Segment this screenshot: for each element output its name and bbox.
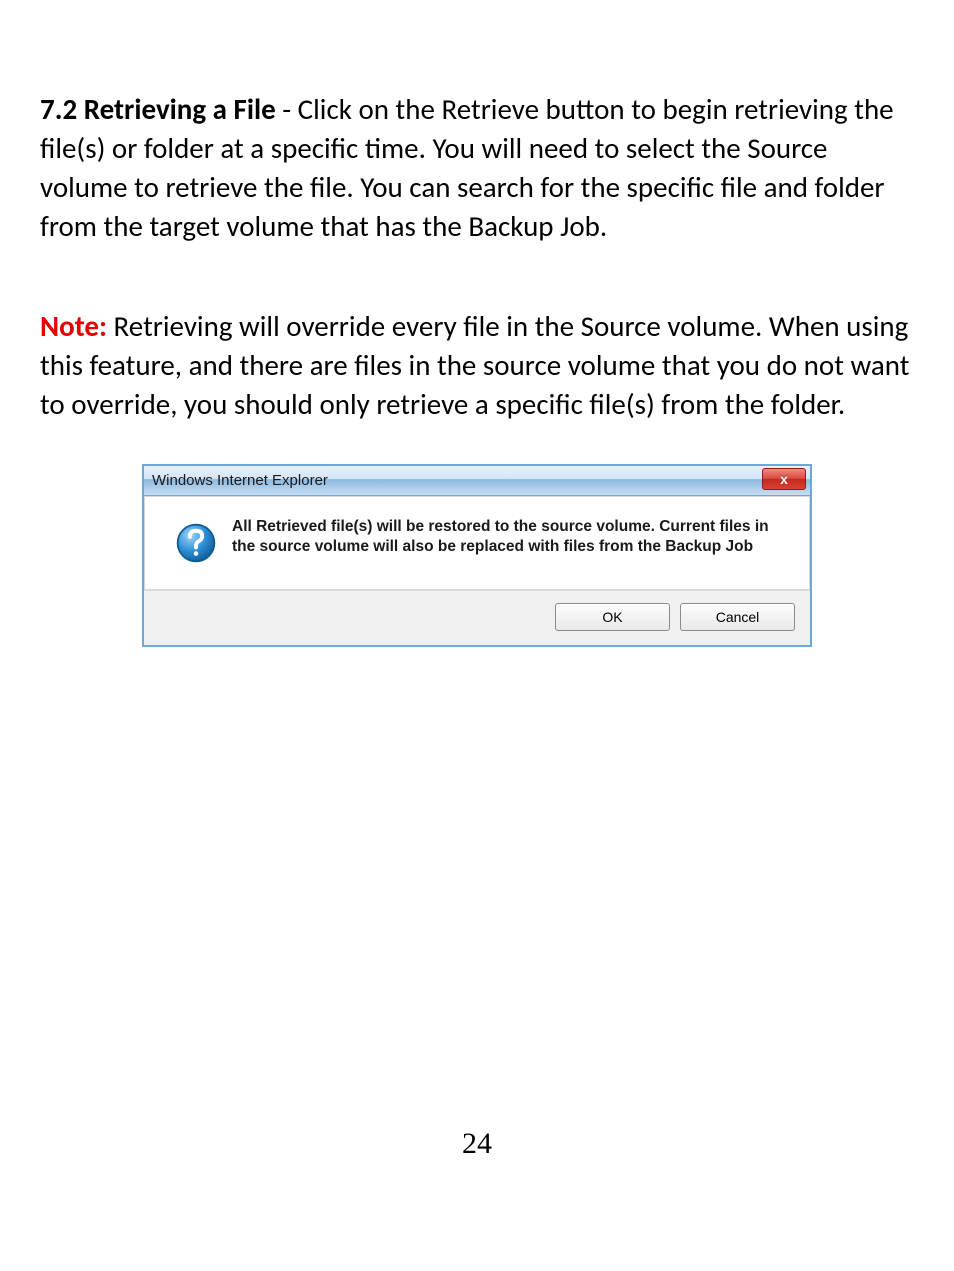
dialog-footer: OK Cancel	[144, 590, 810, 645]
dialog-body: All Retrieved file(s) will be restored t…	[144, 496, 810, 590]
page-number: 24	[0, 1127, 954, 1161]
close-icon: x	[780, 471, 788, 487]
ok-button-label: OK	[602, 609, 622, 625]
dialog-title: Windows Internet Explorer	[152, 472, 328, 489]
cancel-button[interactable]: Cancel	[680, 603, 795, 631]
cancel-button-label: Cancel	[716, 609, 760, 625]
dialog-message: All Retrieved file(s) will be restored t…	[232, 517, 794, 557]
note-label: Note:	[40, 308, 107, 344]
note-body: Retrieving will override every file in t…	[40, 308, 909, 422]
close-button[interactable]: x	[762, 468, 806, 490]
dialog-illustration: Windows Internet Explorer x	[40, 464, 914, 647]
dialog-titlebar: Windows Internet Explorer x	[144, 466, 810, 496]
question-icon	[175, 522, 217, 564]
section-heading: 7.2 Retrieving a File	[40, 91, 276, 127]
note-paragraph: Note: Retrieving will override every fil…	[40, 307, 914, 424]
section-paragraph: 7.2 Retrieving a File - Click on the Ret…	[40, 90, 914, 247]
ok-button[interactable]: OK	[555, 603, 670, 631]
confirm-dialog: Windows Internet Explorer x	[142, 464, 812, 647]
